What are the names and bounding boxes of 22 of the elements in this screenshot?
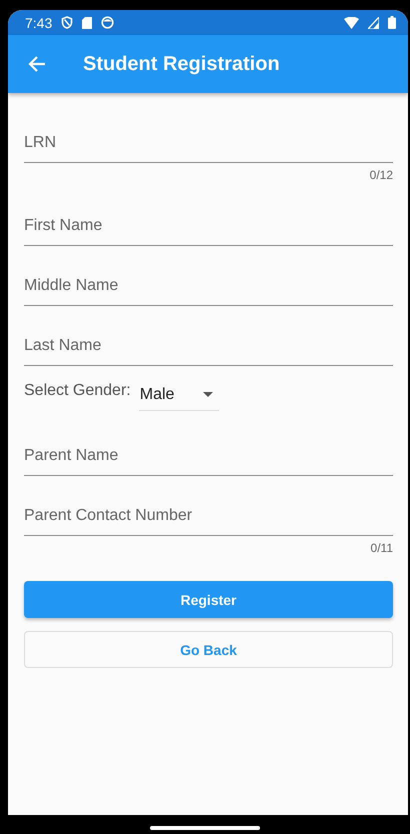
character-counter: 0/11: [370, 540, 393, 554]
back-arrow-icon: [27, 54, 47, 74]
text-field[interactable]: Parent Contact Number: [24, 476, 393, 536]
gender-label: Select Gender:: [24, 382, 131, 400]
character-counter: 0/12: [370, 168, 393, 182]
shield-icon: [61, 16, 74, 29]
text-field[interactable]: Last Name: [24, 306, 393, 366]
text-field[interactable]: Middle Name: [24, 246, 393, 306]
dropdown-caret-icon: [202, 392, 213, 397]
text-field[interactable]: Parent Name: [24, 416, 393, 476]
text-field[interactable]: First Name: [24, 186, 393, 246]
wifi-icon: [344, 16, 359, 28]
go-back-button[interactable]: Go Back: [24, 631, 393, 668]
status-time: 7:43: [25, 14, 52, 30]
gender-dropdown[interactable]: Male: [138, 379, 219, 411]
signal-icon: [368, 16, 379, 28]
sd-card-icon: [82, 16, 92, 28]
battery-icon: [388, 16, 396, 29]
text-field[interactable]: LRN: [24, 103, 393, 163]
register-button[interactable]: Register: [24, 581, 393, 618]
screen-title: Student Registration: [83, 52, 280, 76]
back-button[interactable]: [27, 54, 47, 74]
